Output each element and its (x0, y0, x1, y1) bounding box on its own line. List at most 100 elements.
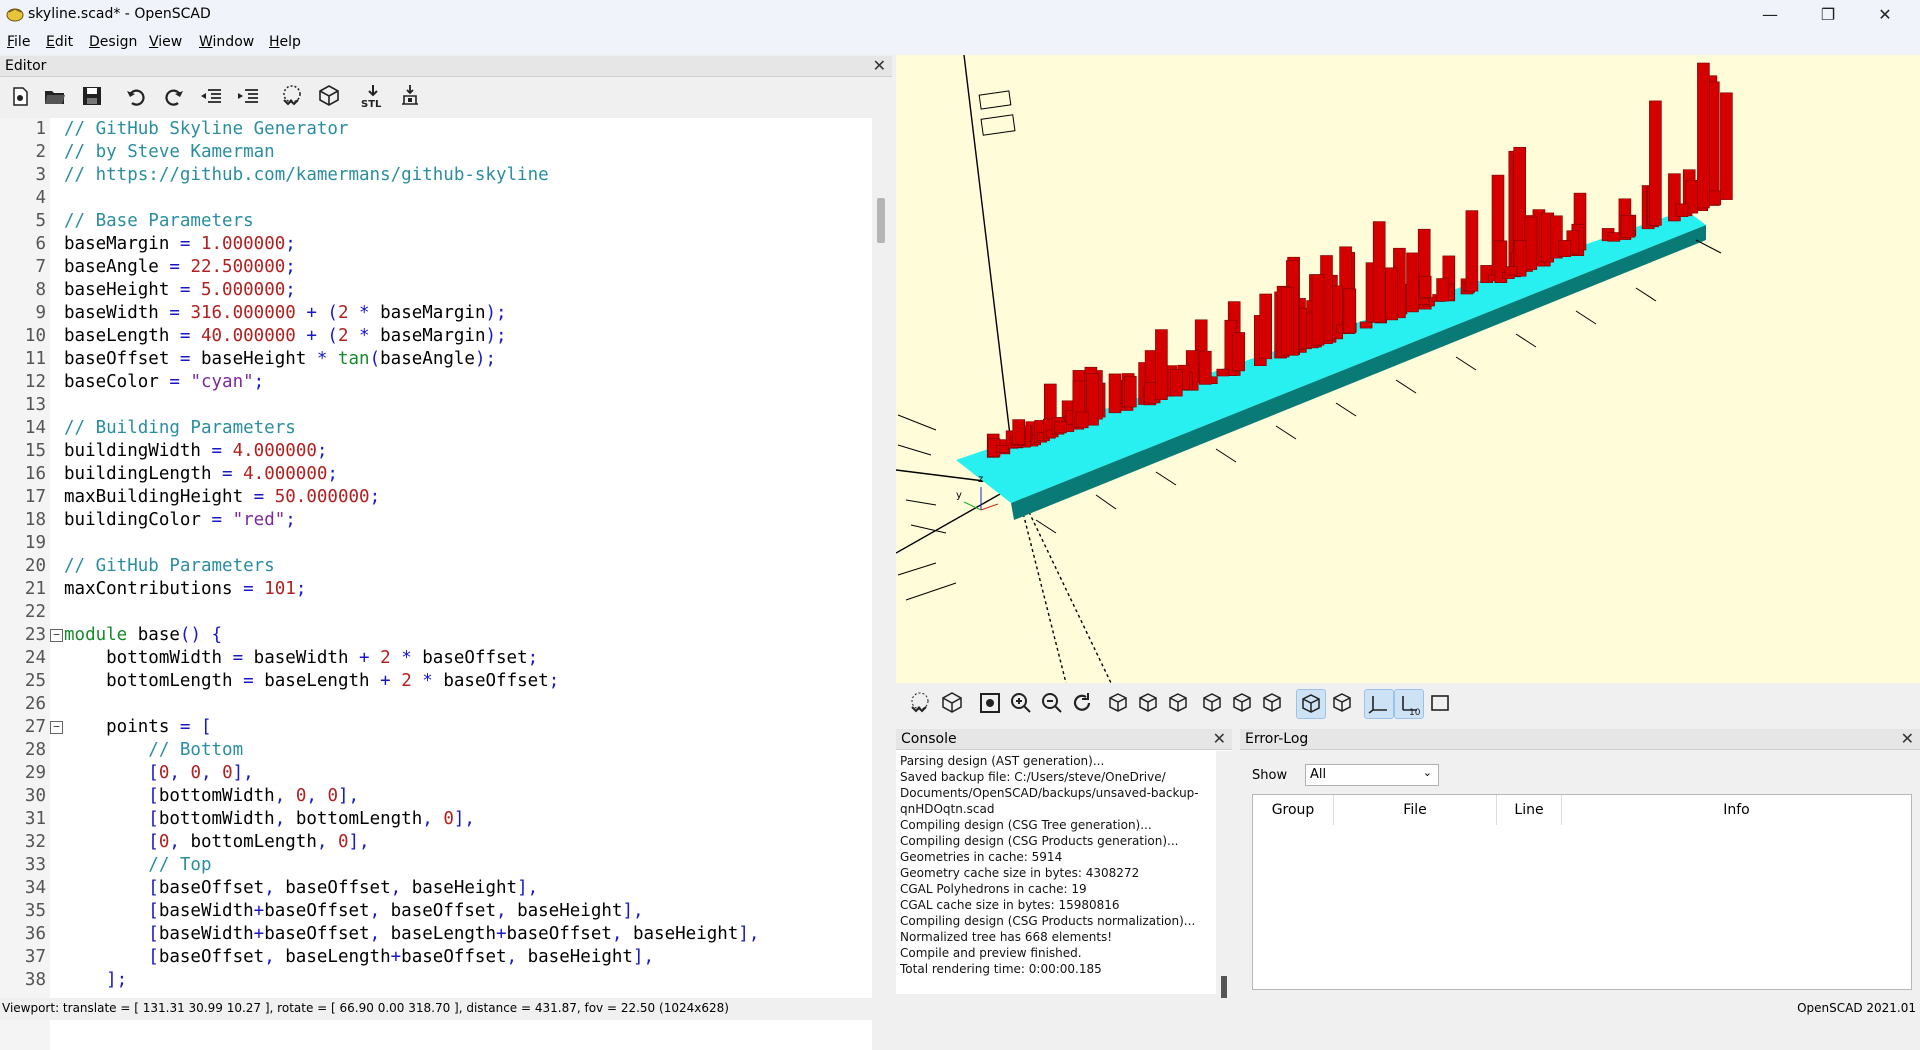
send-to-print-icon[interactable] (397, 83, 423, 109)
code-line[interactable]: 1 // GitHub Skyline Generator (0, 118, 872, 141)
open-folder-icon[interactable] (42, 83, 68, 109)
code-line[interactable]: 35 [baseWidth+baseOffset, baseOffset, ba… (0, 900, 872, 923)
code-line[interactable]: 33 // Top (0, 854, 872, 877)
code-line[interactable]: 10 baseLength = 40.000000 + (2 * baseMarg… (0, 325, 872, 348)
view-back-icon[interactable] (1258, 689, 1286, 717)
code-line[interactable]: 2 // by Steve Kamerman (0, 141, 872, 164)
view-bottom-icon[interactable] (1164, 689, 1192, 717)
maximize-button[interactable]: ❐ (1805, 0, 1851, 30)
zoom-in-icon[interactable] (1007, 689, 1035, 717)
fold-toggle-icon[interactable]: − (50, 629, 63, 642)
code-line[interactable]: 19 (0, 532, 872, 555)
code-line[interactable]: 5 // Base Parameters (0, 210, 872, 233)
code-line[interactable]: 28 // Bottom (0, 739, 872, 762)
code-line[interactable]: 6 baseMargin = 1.000000; (0, 233, 872, 256)
view-top-icon[interactable] (1134, 689, 1162, 717)
render-icon[interactable] (938, 689, 966, 717)
export-stl-icon[interactable]: STL (360, 83, 386, 110)
code-line[interactable]: 26 (0, 693, 872, 716)
code-line[interactable]: 8 baseHeight = 5.000000; (0, 279, 872, 302)
code-line[interactable]: 21 maxContributions = 101; (0, 578, 872, 601)
code-line[interactable]: 16 buildingLength = 4.000000; (0, 463, 872, 486)
code-line[interactable]: 23− module base() { (0, 624, 872, 647)
code-line[interactable]: 30 [bottomWidth, 0, 0], (0, 785, 872, 808)
column-file[interactable]: File (1334, 795, 1497, 825)
line-number: 6 (35, 234, 46, 254)
code-line[interactable]: 14 // Building Parameters (0, 417, 872, 440)
editor-scroll-thumb[interactable] (877, 198, 885, 243)
code-line[interactable]: 29 [0, 0, 0], (0, 762, 872, 785)
menu-edit[interactable]: Edit (46, 34, 73, 50)
view-all-icon[interactable] (976, 689, 1004, 717)
menu-view[interactable]: View (149, 34, 182, 50)
code-editor[interactable]: 1 // GitHub Skyline Generator 2 // by Steve… (0, 118, 872, 1050)
code-line[interactable]: 36 [baseWidth+baseOffset, baseLength+bas… (0, 923, 872, 946)
column-line[interactable]: Line (1497, 795, 1562, 825)
preview-icon[interactable] (279, 83, 305, 109)
undo-icon[interactable] (124, 83, 150, 109)
code-line[interactable]: 38 ]; (0, 969, 872, 992)
code-token: * (348, 326, 370, 346)
code-token: , (390, 878, 412, 898)
view-right-icon[interactable] (1104, 689, 1132, 717)
menu-help[interactable]: Help (269, 34, 301, 50)
unindent-icon[interactable] (198, 83, 224, 109)
editor-scrollbar[interactable] (874, 118, 892, 1050)
editor-close-icon[interactable]: ✕ (873, 56, 886, 76)
close-window-button[interactable]: ✕ (1862, 0, 1908, 30)
code-line[interactable]: 9 baseWidth = 316.000000 + (2 * baseMargi… (0, 302, 872, 325)
building-block (1012, 419, 1025, 445)
view-front-icon[interactable] (1228, 689, 1256, 717)
code-line[interactable]: 11 baseOffset = baseHeight * tan(baseAngl… (0, 348, 872, 371)
console-scroll-thumb[interactable] (1221, 976, 1227, 998)
render-icon[interactable] (316, 83, 342, 109)
reset-view-icon[interactable] (1068, 689, 1096, 717)
column-info[interactable]: Info (1562, 795, 1911, 825)
code-line[interactable]: 7 baseAngle = 22.500000; (0, 256, 872, 279)
3d-viewport[interactable]: z y (896, 55, 1920, 683)
code-token: , (264, 878, 286, 898)
code-line[interactable]: 17 maxBuildingHeight = 50.000000; (0, 486, 872, 509)
menu-file[interactable]: File (7, 34, 30, 50)
code-line[interactable]: 34 [baseOffset, baseOffset, baseHeight], (0, 877, 872, 900)
show-axes-icon[interactable] (1364, 689, 1394, 719)
minimize-button[interactable]: — (1747, 0, 1793, 30)
code-line[interactable]: 27− points = [ (0, 716, 872, 739)
code-line[interactable]: 4 (0, 187, 872, 210)
orthogonal-icon[interactable] (1328, 689, 1356, 717)
error-log-close-icon[interactable]: ✕ (1901, 729, 1914, 749)
menu-design[interactable]: Design (89, 34, 137, 50)
zoom-out-icon[interactable] (1038, 689, 1066, 717)
code-token: ], (232, 763, 254, 783)
show-edges-icon[interactable] (1426, 689, 1454, 717)
code-line[interactable]: 13 (0, 394, 872, 417)
menu-window[interactable]: Window (199, 34, 254, 50)
code-line[interactable]: 22 (0, 601, 872, 624)
show-scale-markers-icon[interactable]: 10 (1394, 689, 1424, 719)
save-icon[interactable] (79, 83, 105, 109)
code-line[interactable]: 24 bottomWidth = baseWidth + 2 * baseOff… (0, 647, 872, 670)
perspective-icon[interactable] (1296, 689, 1326, 719)
console-scrollbar[interactable] (1216, 751, 1232, 998)
code-text: baseWidth = 316.000000 + (2 * baseMargin… (64, 302, 507, 325)
code-line[interactable]: 32 [0, bottomLength, 0], (0, 831, 872, 854)
fold-toggle-icon[interactable]: − (50, 721, 63, 734)
code-line[interactable]: 37 [baseOffset, baseLength+baseOffset, b… (0, 946, 872, 969)
code-line[interactable]: 15 buildingWidth = 4.000000; (0, 440, 872, 463)
code-line[interactable]: 3 // https://github.com/kamermans/github-… (0, 164, 872, 187)
console-close-icon[interactable]: ✕ (1213, 729, 1226, 749)
new-file-icon[interactable] (7, 83, 33, 109)
view-left-icon[interactable] (1198, 689, 1226, 717)
code-token: baseWidth (158, 924, 254, 944)
code-line[interactable]: 12 baseColor = "cyan"; (0, 371, 872, 394)
redo-icon[interactable] (160, 83, 186, 109)
code-line[interactable]: 25 bottomLength = baseLength + 2 * baseO… (0, 670, 872, 693)
code-text: baseAngle = 22.500000; (64, 256, 296, 279)
code-line[interactable]: 20 // GitHub Parameters (0, 555, 872, 578)
indent-icon[interactable] (235, 83, 261, 109)
code-line[interactable]: 31 [bottomWidth, bottomLength, 0], (0, 808, 872, 831)
preview-icon[interactable] (906, 689, 934, 717)
code-line[interactable]: 18 buildingColor = "red"; (0, 509, 872, 532)
show-filter-select[interactable]: All ⌄ (1305, 764, 1439, 786)
column-group[interactable]: Group (1253, 795, 1334, 825)
